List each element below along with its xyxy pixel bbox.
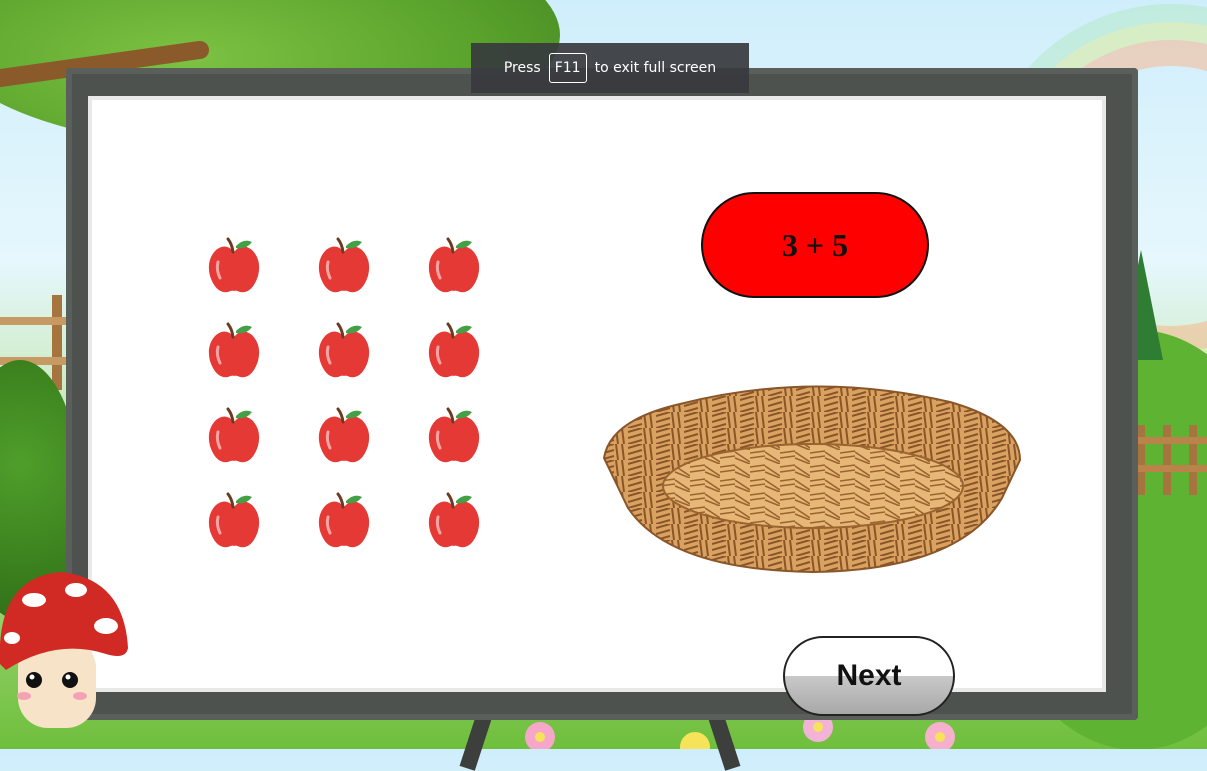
apple-icon[interactable] bbox=[314, 491, 374, 556]
next-button[interactable]: Next bbox=[783, 636, 955, 716]
apple-icon[interactable] bbox=[204, 406, 264, 471]
f11-key-badge: F11 bbox=[548, 53, 587, 83]
apple-icon[interactable] bbox=[314, 406, 374, 471]
equation-text: 3 + 5 bbox=[781, 226, 849, 263]
mushroom-icon bbox=[0, 572, 128, 728]
apple-icon[interactable] bbox=[314, 236, 374, 301]
flower-icon bbox=[925, 722, 955, 749]
apple-row bbox=[204, 406, 504, 471]
apple-icon[interactable] bbox=[204, 491, 264, 556]
apple-icon[interactable] bbox=[424, 236, 484, 301]
apple-icon[interactable] bbox=[424, 321, 484, 386]
equation-badge: 3 + 5 bbox=[701, 192, 929, 298]
apple-icon[interactable] bbox=[204, 321, 264, 386]
apple-row bbox=[204, 236, 504, 301]
board-surface: 3 + 5 bbox=[92, 100, 1102, 688]
apple-row bbox=[204, 321, 504, 386]
fullscreen-notice: Press F11 to exit full screen bbox=[471, 43, 749, 93]
board-border: 3 + 5 bbox=[88, 96, 1106, 692]
chalkboard-frame: 3 + 5 bbox=[66, 68, 1138, 720]
apple-icon[interactable] bbox=[204, 236, 264, 301]
basket-icon[interactable] bbox=[600, 380, 1026, 576]
apple-icon[interactable] bbox=[424, 406, 484, 471]
apple-icon[interactable] bbox=[424, 491, 484, 556]
apple-grid bbox=[204, 236, 504, 576]
fullscreen-notice-suffix: to exit full screen bbox=[594, 60, 717, 76]
apple-icon[interactable] bbox=[314, 321, 374, 386]
fullscreen-notice-prefix: Press bbox=[503, 60, 541, 76]
fence-right bbox=[1137, 425, 1207, 495]
apple-row bbox=[204, 491, 504, 556]
